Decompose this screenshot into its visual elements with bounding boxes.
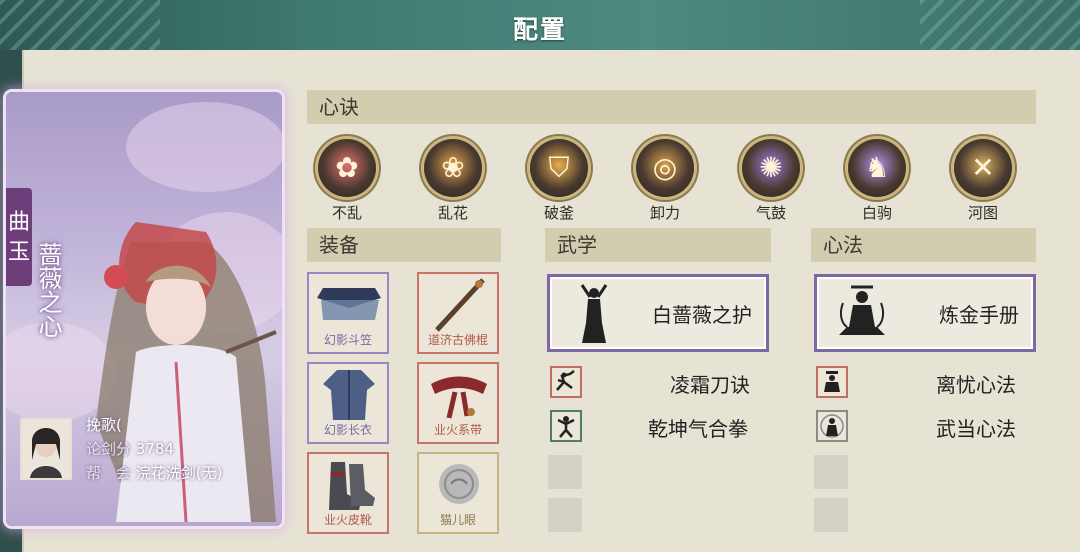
score-label: 论剑分 [86,440,132,458]
wuxue-empty-slot-2[interactable] [548,498,582,532]
title-bar: 配置 [0,0,1080,50]
character-card[interactable]: 曲 玉 蔷薇之心 挽歌( 论剑分 3784 帮 会 浣花洗剑(无) [6,92,282,526]
equipment-header: 装备 [307,228,501,262]
swirl-icon-glyph: ◎ [652,151,678,184]
wuxue-skill-1-label[interactable]: 凌霜刀诀 [670,369,750,398]
score-row: 论剑分 3784 [86,438,174,459]
equipment-label-5: 业火皮靴 [323,513,372,527]
page-title: 配置 [512,15,567,44]
boots-icon [309,454,387,514]
flower-hand-icon[interactable]: ❀ [424,139,482,197]
shield-icon-glyph: ⛉ [548,151,570,184]
guild-row: 帮 会 浣花洗剑(无) [86,462,223,483]
equipment-label-4: 业火系带 [433,423,482,437]
dancer-silhouette-icon [580,284,608,343]
xinjue-header: 心诀 [307,90,1036,124]
belt-icon [419,364,497,424]
xinjue-label-2: 乱花 [437,204,468,222]
meditating-alchemist-icon [839,285,885,335]
swirl-icon[interactable]: ◎ [636,139,694,197]
xinfa-skill-2-label[interactable]: 武当心法 [936,413,1016,442]
seated-sage-icon[interactable] [816,366,848,398]
robe-icon [309,364,387,424]
equipment-label-2: 道济古佛棍 [427,333,488,347]
xinfa-main-label: 炼金手册 [939,303,1019,327]
equipment-slot-1[interactable]: 幻影斗笠 [307,272,389,354]
hat-icon [309,274,387,334]
guild-value: 浣花洗剑(无) [135,464,223,482]
guild-label: 帮 会 [86,464,132,482]
xinjue-label-5: 气鼓 [755,204,786,222]
equipment-label-3: 幻影长衣 [323,423,372,437]
character-title: 蔷薇之心 [34,242,62,338]
fist-fighter-icon[interactable] [550,410,582,442]
purple-burst-icon[interactable]: ✺ [742,139,800,197]
avatar-portrait-icon [22,420,70,478]
card-side-tab[interactable]: 曲 玉 [6,188,32,286]
equipment-slot-4[interactable]: 业火系带 [417,362,499,444]
coin-icon [419,454,497,514]
xinfa-main-slot[interactable]: 炼金手册 [814,274,1036,352]
flower-spirit-icon-glyph: ✿ [335,151,359,184]
xinjue-label-7: 河图 [967,204,998,222]
horse-icon-glyph: ♞ [864,151,890,184]
equipment-label-1: 幻影斗笠 [323,333,372,347]
xinfa-empty-slot-1[interactable] [814,455,848,489]
crossed-swords-icon[interactable]: ✕ [954,139,1012,197]
xinjue-label-6: 白驹 [861,204,892,222]
player-avatar[interactable] [20,418,72,480]
equipment-slot-2[interactable]: 道济古佛棍 [417,272,499,354]
purple-burst-icon-glyph: ✺ [759,151,783,184]
xinfa-header: 心法 [811,228,1036,262]
blade-fighter-icon[interactable] [550,366,582,398]
horse-icon[interactable]: ♞ [848,139,906,197]
xinfa-skill-1-label[interactable]: 离忧心法 [936,369,1016,398]
player-name: 挽歌( [86,416,122,434]
wuxue-main-slot[interactable]: 白蔷薇之护 [547,274,769,352]
crossed-swords-icon-glyph: ✕ [971,151,995,184]
staff-icon [419,274,497,334]
xinfa-empty-slot-2[interactable] [814,498,848,532]
equipment-slot-6[interactable]: 猫儿眼 [417,452,499,534]
score-value: 3784 [135,440,174,458]
xinjue-label-1: 不乱 [331,204,362,222]
card-side-tab-label: 曲 玉 [7,210,30,265]
wuxue-skill-2-label[interactable]: 乾坤气合拳 [648,413,748,442]
flower-hand-icon-glyph: ❀ [441,151,465,184]
shield-icon[interactable]: ⛉ [530,139,588,197]
xinjue-label-3: 破釜 [543,204,574,222]
xinjue-label-4: 卸力 [649,204,680,222]
wuxue-empty-slot-1[interactable] [548,455,582,489]
flower-spirit-icon[interactable]: ✿ [318,139,376,197]
wuxue-header: 武学 [545,228,771,262]
equipment-slot-3[interactable]: 幻影长衣 [307,362,389,444]
wuxue-main-label: 白蔷薇之护 [652,303,752,327]
taoist-sage-icon[interactable] [816,410,848,442]
equipment-slot-5[interactable]: 业火皮靴 [307,452,389,534]
equipment-label-6: 猫儿眼 [439,513,476,527]
